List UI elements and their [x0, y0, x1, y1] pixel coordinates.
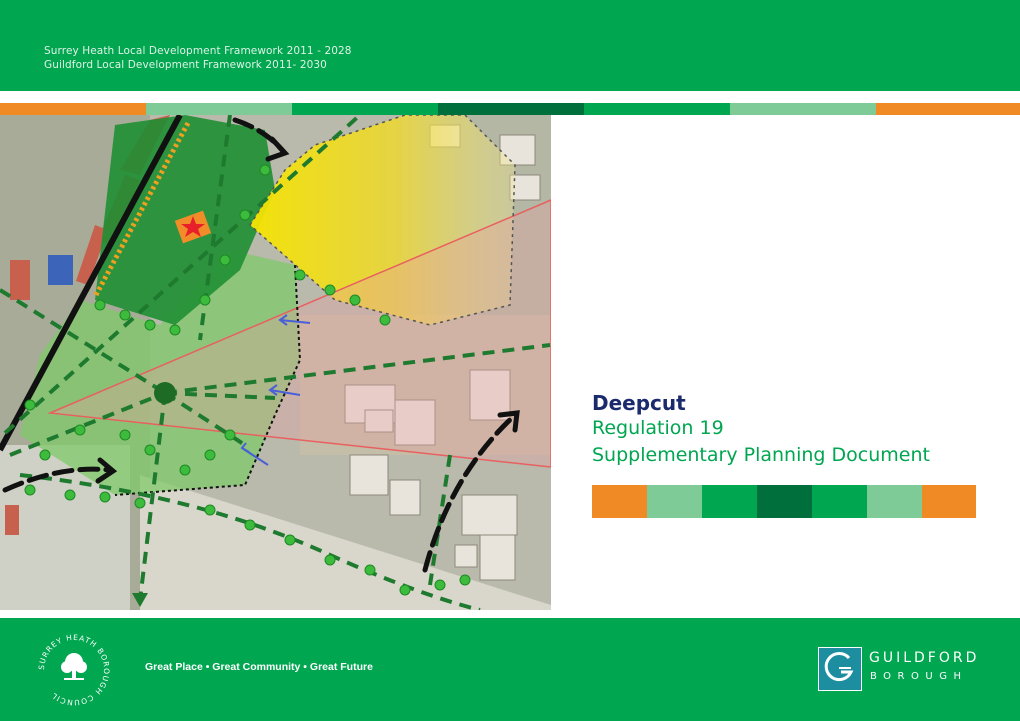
- site-plan-map: [0, 115, 551, 610]
- swatch: [867, 485, 922, 518]
- swatch: [592, 485, 647, 518]
- stripe-segment: [876, 103, 1020, 115]
- title-place: Deepcut: [592, 391, 686, 415]
- surrey-heath-logo: SURREY HEATH BOROUGH COUNCIL: [36, 632, 112, 708]
- swatch: [702, 485, 757, 518]
- header-band: Surrey Heath Local Development Framework…: [0, 0, 1020, 91]
- header-line-2: Guildford Local Development Framework 20…: [44, 59, 327, 71]
- stripe-segment: [292, 103, 438, 115]
- stripe-segment: [0, 103, 146, 115]
- guildford-logo-borough: BOROUGH: [870, 671, 968, 682]
- guildford-logo-name: GUILDFORD: [869, 650, 980, 666]
- title-regulation: Regulation 19: [592, 417, 724, 439]
- header-line-1: Surrey Heath Local Development Framework…: [44, 45, 352, 57]
- stripe-segment: [146, 103, 292, 115]
- document-title: Deepcut Regulation 19 Supplementary Plan…: [592, 391, 930, 469]
- node-icon: [154, 382, 176, 404]
- swatch: [922, 485, 976, 518]
- solar-panels: [48, 255, 73, 285]
- tagline: Great Place • Great Community • Great Fu…: [145, 661, 373, 673]
- stripe-segment: [730, 103, 876, 115]
- stripe-segment: [584, 103, 730, 115]
- tree-icon: [61, 653, 87, 680]
- stripe-segment: [438, 103, 584, 115]
- guildford-logo-icon: [818, 647, 862, 691]
- swatch: [812, 485, 867, 518]
- swatch: [647, 485, 702, 518]
- title-document-type: Supplementary Planning Document: [592, 444, 930, 466]
- swatch: [757, 485, 812, 518]
